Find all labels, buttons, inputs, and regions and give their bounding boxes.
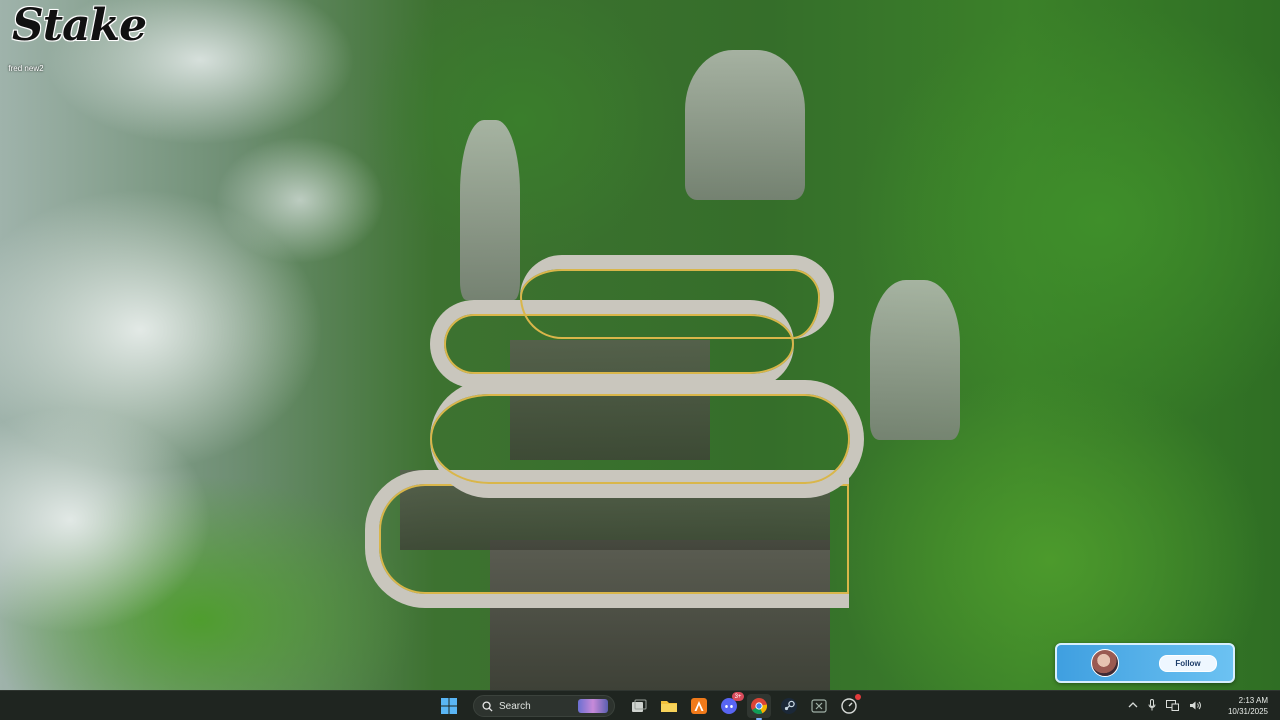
notification-dot: [855, 694, 861, 700]
file-explorer-button[interactable]: [657, 694, 681, 718]
avatar: [1091, 649, 1119, 677]
search-placeholder: Search: [499, 700, 531, 712]
start-button[interactable]: [437, 694, 461, 718]
discord-notification-badge: 3+: [732, 692, 744, 701]
taskbar: Search 3+ 2:13 AM 10/31/2025: [0, 690, 1280, 720]
gauge-app-icon: [841, 698, 857, 714]
windows-start-icon: [441, 698, 457, 714]
orange-app-button[interactable]: [687, 694, 711, 718]
task-view-button[interactable]: [627, 694, 651, 718]
follow-button[interactable]: Follow: [1159, 654, 1217, 672]
search-icon: [482, 700, 493, 712]
xbox-icon: [811, 699, 827, 713]
microphone-icon[interactable]: [1148, 699, 1156, 711]
cliff-rock: [870, 280, 960, 440]
system-tray: [1128, 699, 1202, 711]
chrome-icon: [751, 698, 767, 714]
desktop-wallpaper: [0, 0, 1280, 690]
steam-button[interactable]: [777, 694, 801, 718]
winding-road: [430, 380, 864, 498]
folder-icon: [661, 701, 677, 712]
follow-widget: Follow: [1055, 643, 1235, 683]
orange-app-icon: [691, 698, 707, 714]
taskbar-pinned-apps: Search 3+: [437, 692, 861, 720]
desktop-shortcut-label: fred new2: [8, 64, 44, 73]
discord-button[interactable]: 3+: [717, 692, 744, 718]
red-dot-app-button[interactable]: [837, 694, 861, 718]
search-highlight-icon: [578, 699, 608, 713]
taskbar-search-box[interactable]: Search: [473, 695, 615, 717]
chrome-button[interactable]: [747, 694, 771, 720]
taskbar-clock[interactable]: 2:13 AM 10/31/2025: [1228, 695, 1268, 717]
cliff-rock: [685, 50, 805, 200]
chevron-up-icon[interactable]: [1128, 701, 1138, 709]
steam-icon: [781, 698, 797, 714]
winding-road: [520, 255, 834, 339]
cliff-rock: [460, 120, 520, 300]
task-view-icon: [632, 699, 647, 712]
xbox-button[interactable]: [807, 694, 831, 718]
network-icon[interactable]: [1166, 699, 1179, 711]
clock-date: 10/31/2025: [1227, 707, 1268, 716]
desktop-shortcut[interactable]: fred new2: [4, 14, 48, 73]
clock-time: 2:13 AM: [1238, 696, 1268, 705]
volume-icon[interactable]: [1189, 700, 1202, 711]
